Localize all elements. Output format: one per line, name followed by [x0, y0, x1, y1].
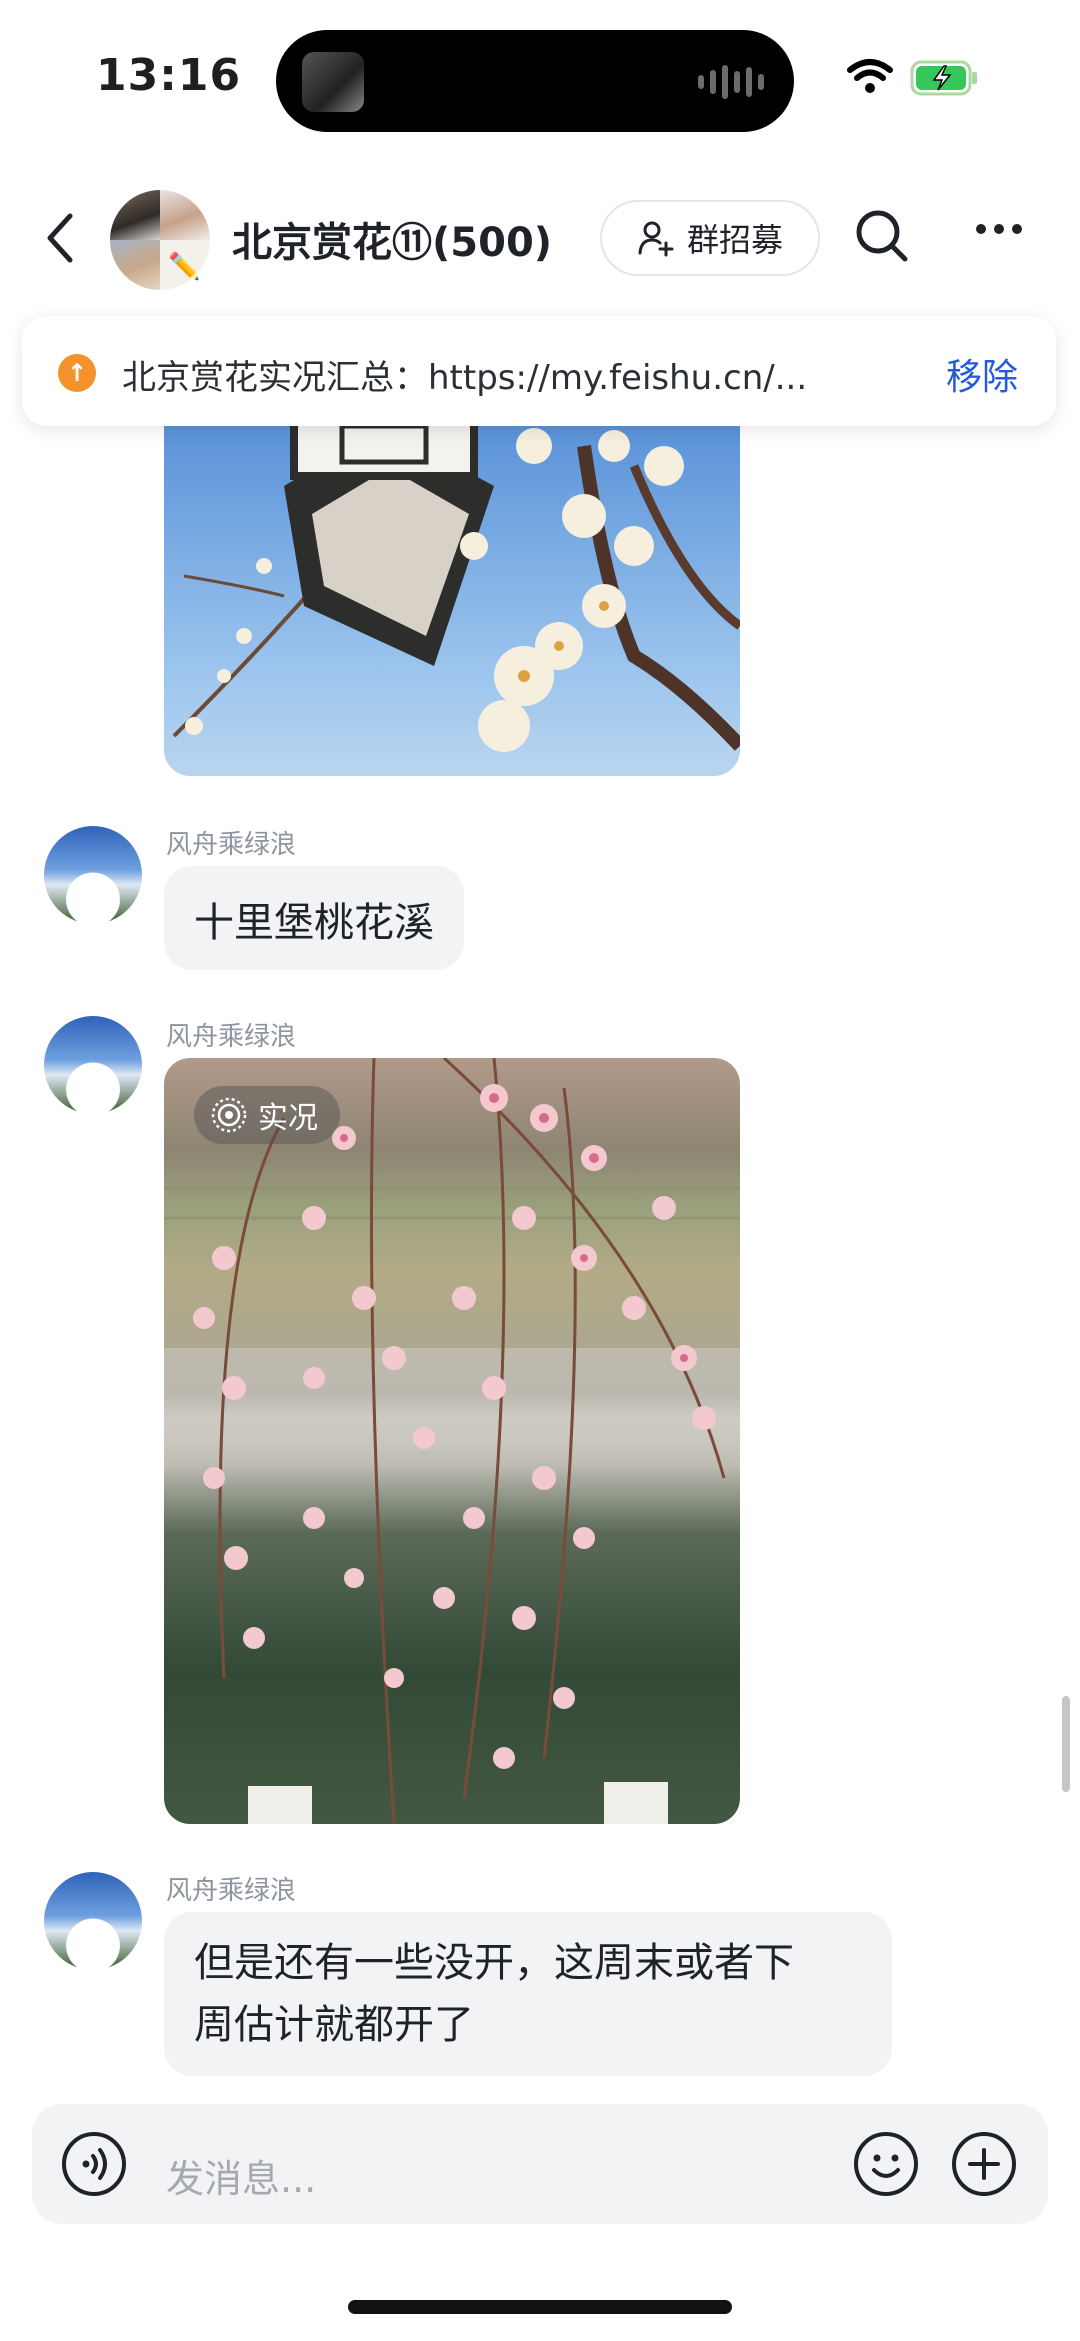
scrollbar[interactable]: [1062, 1696, 1070, 1792]
sender-avatar[interactable]: [44, 1016, 142, 1114]
message-text: 十里堡桃花溪: [194, 900, 434, 946]
wifi-icon: [847, 59, 893, 93]
voice-icon[interactable]: [60, 2130, 128, 2198]
battery-charging-icon: [910, 60, 977, 96]
pinned-text[interactable]: 北京赏花实况汇总：https://my.feishu.cn/...: [122, 350, 892, 399]
now-playing-thumbnail: [302, 52, 364, 112]
audio-wave-icon: [698, 64, 764, 100]
sender-name: 风舟乘绿浪: [166, 1022, 297, 1052]
peach-blossom-illustration: [164, 1058, 740, 1824]
message-text-line: 但是还有一些没开，这周末或者下: [194, 1940, 794, 1986]
sender-avatar[interactable]: [44, 826, 142, 924]
group-recruit-label: 群招募: [686, 221, 783, 259]
pinned-remove-button[interactable]: 移除: [946, 348, 1018, 400]
add-user-icon: [638, 221, 674, 257]
message-image-peach-blossom[interactable]: 实况: [164, 1058, 740, 1824]
more-horizontal-icon[interactable]: [974, 222, 1024, 236]
plus-icon[interactable]: [950, 2130, 1018, 2198]
sender-avatar[interactable]: [44, 1872, 142, 1970]
live-photo-badge[interactable]: 实况: [194, 1086, 340, 1144]
upload-arrow-icon: ↑: [58, 354, 96, 392]
live-photo-icon: [211, 1097, 247, 1133]
lamp-blossom-illustration: [172, 426, 740, 752]
message-text-line: 周估计就都开了: [194, 2002, 474, 2048]
group-recruit-button[interactable]: 群招募: [600, 200, 820, 276]
chevron-left-icon[interactable]: [44, 212, 76, 264]
group-title[interactable]: 北京赏花⑪(500): [232, 210, 552, 268]
pencil-icon: ✏️: [168, 252, 201, 282]
message-image-lamp-blossom[interactable]: [164, 426, 740, 776]
live-photo-label: 实况: [258, 1101, 318, 1136]
message-input[interactable]: 发消息...: [166, 2148, 316, 2203]
status-time: 13:16: [96, 50, 242, 101]
home-indicator[interactable]: [348, 2300, 732, 2314]
sender-name: 风舟乘绿浪: [166, 1876, 297, 1906]
message-input-bar[interactable]: 发消息...: [32, 2104, 1048, 2224]
dynamic-island: [276, 30, 794, 132]
search-icon[interactable]: [854, 208, 910, 264]
sender-name: 风舟乘绿浪: [166, 830, 297, 860]
pinned-announcement[interactable]: ↑ 北京赏花实况汇总：https://my.feishu.cn/... 移除: [22, 316, 1056, 426]
message-bubble[interactable]: 十里堡桃花溪: [164, 866, 464, 970]
message-bubble[interactable]: 但是还有一些没开，这周末或者下 周估计就都开了: [164, 1912, 892, 2076]
emoji-icon[interactable]: [852, 2130, 920, 2198]
